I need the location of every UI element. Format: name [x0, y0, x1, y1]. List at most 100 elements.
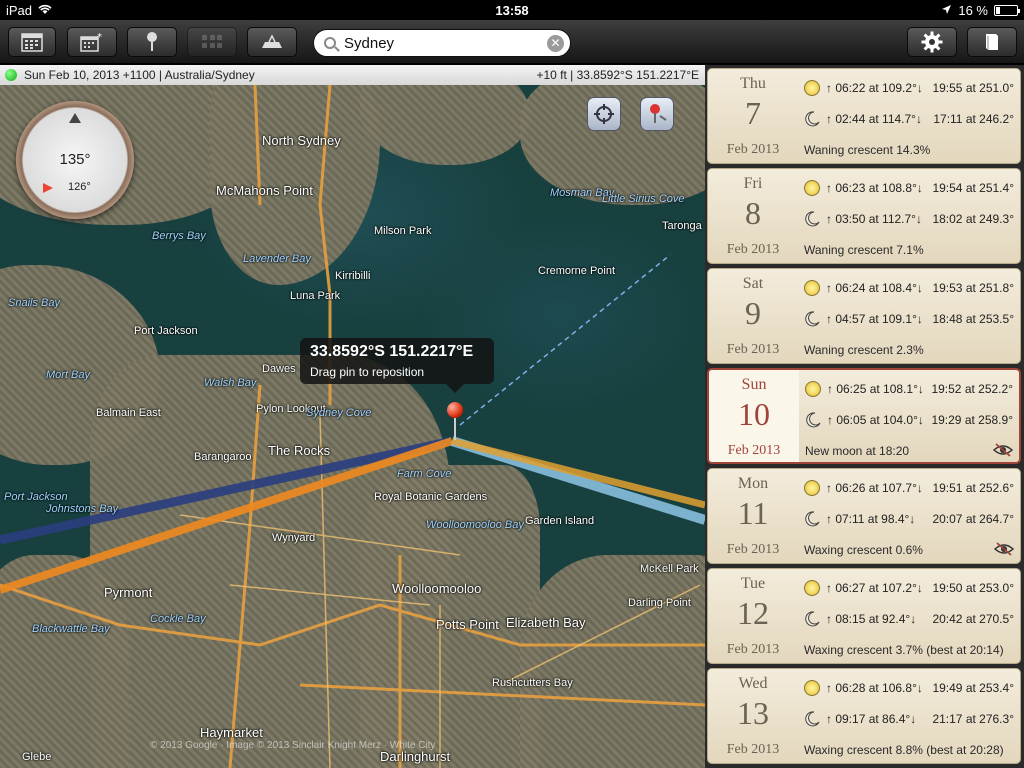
map-label: Berrys Bay — [152, 230, 206, 242]
pin-drop-icon — [650, 104, 667, 123]
moon-row: ↑ 03:50 at 112.7°↓ 18:02 at 249.3° — [800, 210, 1020, 228]
sun-row: ↑ 06:22 at 109.2°↓ 19:55 at 251.0° — [800, 79, 1020, 97]
moon-row: ↑ 02:44 at 114.7°↓ 17:11 at 246.2° — [800, 110, 1020, 128]
grid-button[interactable] — [187, 27, 237, 57]
day-info: ↑ 06:28 at 106.8°↓ 19:49 at 253.4° ↑ 09:… — [800, 669, 1020, 763]
sunset-time: 19:54 at 251.4° — [932, 181, 1014, 195]
map-label: Wynyard — [272, 532, 316, 544]
status-dot-icon — [5, 69, 17, 81]
sunset-time: 19:53 at 251.8° — [932, 281, 1014, 295]
moon-phase: Waxing crescent 0.6% — [804, 543, 923, 557]
map-label: Balmain East — [96, 407, 161, 419]
battery-icon — [994, 5, 1020, 16]
calendar-button[interactable] — [8, 27, 56, 57]
moonset-time: 21:17 at 276.3° — [932, 712, 1014, 726]
day-info: ↑ 06:23 at 108.8°↓ 19:54 at 251.4° ↑ 03:… — [800, 169, 1020, 263]
map-label: Farm Cove — [397, 468, 452, 480]
day-month: Feb 2013 — [726, 542, 780, 557]
day-card[interactable]: Sat 9 Feb 2013 ↑ 06:24 at 108.4°↓ 19:53 … — [707, 268, 1021, 364]
book-icon — [986, 34, 998, 50]
moon-icon — [805, 111, 820, 127]
sunset-time: 19:50 at 253.0° — [932, 581, 1014, 595]
moonset-time: 20:07 at 264.7° — [932, 512, 1014, 526]
day-card[interactable]: Thu 7 Feb 2013 ↑ 06:22 at 109.2°↓ 19:55 … — [707, 68, 1021, 164]
day-card[interactable]: Sun 10 Feb 2013 ↑ 06:25 at 108.1°↓ 19:52… — [707, 368, 1021, 464]
locate-me-button[interactable] — [587, 97, 621, 131]
pin-callout: 33.8592°S 151.2217°E Drag pin to reposit… — [300, 338, 494, 393]
day-card[interactable]: Wed 13 Feb 2013 ↑ 06:28 at 106.8°↓ 19:49… — [707, 668, 1021, 764]
map-label: Woolloomooloo Bay — [426, 519, 524, 531]
map-label: Little Sirius Cove — [602, 193, 685, 205]
calendar-star-button[interactable]: * — [67, 27, 117, 57]
day-card[interactable]: Tue 12 Feb 2013 ↑ 06:27 at 107.2°↓ 19:50… — [707, 568, 1021, 664]
map-label: Woolloomooloo — [392, 581, 482, 596]
moon-row: ↑ 09:17 at 86.4°↓ 21:17 at 276.3° — [800, 710, 1020, 728]
grid-icon — [202, 35, 222, 48]
search-field[interactable]: ✕ — [313, 29, 571, 57]
status-right: 16 % — [941, 3, 1020, 18]
sunrise-time: ↑ 06:24 at 108.4°↓ — [826, 281, 923, 295]
map-label: Walsh Bay — [204, 377, 257, 389]
settings-button[interactable] — [907, 27, 957, 57]
moonrise-time: ↑ 09:17 at 86.4°↓ — [826, 712, 917, 726]
moonrise-time: ↑ 08:15 at 92.4°↓ — [826, 612, 917, 626]
day-info: ↑ 06:26 at 107.7°↓ 19:51 at 252.6° ↑ 07:… — [800, 469, 1020, 563]
sun-row: ↑ 06:28 at 106.8°↓ 19:49 at 253.4° — [800, 679, 1020, 697]
moonrise-time: ↑ 03:50 at 112.7°↓ — [826, 212, 922, 226]
map-label: Luna Park — [290, 290, 341, 302]
moonrise-time: ↑ 02:44 at 114.7°↓ — [826, 112, 922, 126]
callout-hint: Drag pin to reposition — [310, 365, 425, 379]
location-pin[interactable] — [447, 402, 463, 440]
location-arrow-icon — [941, 3, 952, 18]
drop-pin-button[interactable] — [640, 97, 674, 131]
day-card[interactable]: Fri 8 Feb 2013 ↑ 06:23 at 108.8°↓ 19:54 … — [707, 168, 1021, 264]
sun-direction-marker-icon — [43, 183, 53, 193]
moon-icon — [805, 511, 820, 527]
day-number: 11 — [737, 495, 769, 531]
sunset-time: 19:55 at 251.0° — [932, 81, 1014, 95]
map-label: Garden Island — [525, 515, 595, 527]
map-layers-icon — [262, 34, 282, 48]
status-time: 13:58 — [495, 3, 529, 18]
day-date-block: Fri 8 Feb 2013 — [708, 169, 798, 263]
moon-phase: Waning crescent 14.3% — [804, 143, 931, 157]
day-list[interactable]: Thu 7 Feb 2013 ↑ 06:22 at 109.2°↓ 19:55 … — [705, 65, 1024, 768]
sun-row: ↑ 06:25 at 108.1°↓ 19:52 at 252.2° — [801, 380, 1019, 398]
map-label: Port Jackson — [134, 325, 198, 337]
not-visible-eye-icon — [993, 443, 1013, 457]
callout-coords: 33.8592°S 151.2217°E — [310, 343, 474, 360]
sunset-time: 19:51 at 252.6° — [932, 481, 1014, 495]
location-info-bar: Sun Feb 10, 2013 +1100 | Australia/Sydne… — [0, 65, 705, 85]
map-label: Snails Bay — [8, 297, 60, 309]
calendar-star-icon: * — [80, 32, 102, 52]
calendar-icon — [21, 33, 43, 52]
day-month: Feb 2013 — [726, 742, 780, 757]
moon-icon — [805, 211, 820, 227]
clear-search-icon[interactable]: ✕ — [547, 35, 564, 52]
day-date-block: Wed 13 Feb 2013 — [708, 669, 798, 763]
day-of-week: Thu — [740, 75, 766, 92]
map-label: McMahons Point — [216, 183, 313, 198]
map-copyright: © 2013 Google · Image © 2013 Sinclair Kn… — [150, 740, 436, 751]
day-month: Feb 2013 — [726, 142, 780, 157]
map-label: Lavender Bay — [243, 253, 311, 265]
moonrise-time: ↑ 04:57 at 109.1°↓ — [826, 312, 923, 326]
map-label: Taronga — [662, 220, 702, 232]
map-view[interactable]: North Sydney McMahons Point Berrys Bay L… — [0, 85, 705, 768]
map-layers-button[interactable] — [247, 27, 297, 57]
sunset-time: 19:52 at 252.2° — [931, 382, 1013, 396]
sunrise-time: ↑ 06:22 at 109.2°↓ — [826, 81, 923, 95]
pin-button[interactable] — [127, 27, 177, 57]
sun-icon — [804, 180, 820, 196]
search-input[interactable] — [344, 34, 540, 52]
map-label: Milson Park — [374, 225, 432, 237]
day-of-week: Mon — [737, 475, 769, 492]
day-card[interactable]: Mon 11 Feb 2013 ↑ 06:26 at 107.7°↓ 19:51… — [707, 468, 1021, 564]
compass[interactable]: 135° 126° — [16, 101, 134, 219]
book-button[interactable] — [967, 27, 1017, 57]
sunrise-time: ↑ 06:23 at 108.8°↓ — [826, 181, 923, 195]
day-number: 8 — [745, 195, 761, 231]
sun-icon — [804, 680, 820, 696]
map-label: Darlinghurst — [380, 749, 451, 764]
moonrise-time: ↑ 07:11 at 98.4°↓ — [826, 512, 916, 526]
